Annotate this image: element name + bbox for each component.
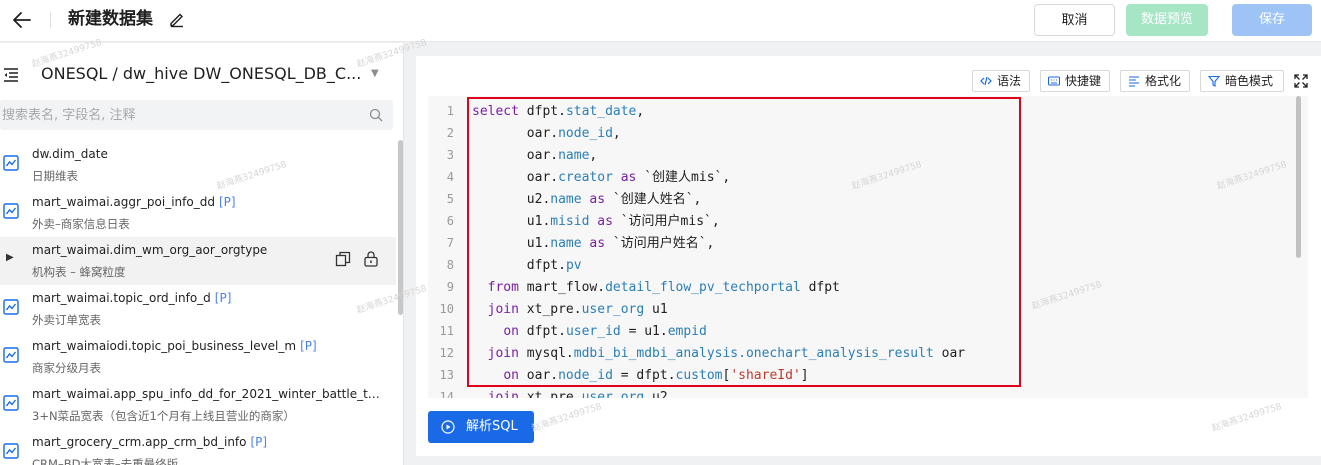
table-chart-icon <box>3 347 19 363</box>
table-search-box[interactable] <box>0 100 393 130</box>
table-chart-icon <box>3 155 19 171</box>
line-number: 4 <box>446 170 454 184</box>
top-bar: 新建数据集 取消 数据预览 保存 <box>0 0 1321 42</box>
table-chart-icon <box>3 443 19 459</box>
table-browser-panel: ONESQL / dw_hive DW_ONESQL_DB_C... ▼ dw.… <box>0 43 404 465</box>
data-preview-button[interactable]: 数据预览 <box>1126 4 1208 36</box>
parse-sql-button[interactable]: 解析SQL <box>428 411 534 443</box>
table-list-item-selected[interactable]: ▶ mart_waimai.dim_wm_org_aor_orgtype 机构表… <box>0 237 396 285</box>
partition-tag: [P] <box>250 435 268 449</box>
highlight-annotation-box <box>467 97 1021 387</box>
save-button[interactable]: 保存 <box>1232 4 1312 36</box>
header-divider <box>50 12 51 28</box>
table-name: mart_waimai.app_spu_info_dd_for_2021_win… <box>32 387 386 401</box>
table-chart-icon <box>3 203 19 219</box>
syntax-button[interactable]: 语法 <box>972 70 1030 92</box>
line-number: 1 <box>446 104 454 118</box>
table-name: mart_grocery_crm.app_crm_bd_info [P] <box>32 435 268 449</box>
table-name: mart_waimaiodi.topic_poi_business_level_… <box>32 339 317 353</box>
cancel-button[interactable]: 取消 <box>1034 4 1115 36</box>
partition-tag: [P] <box>214 291 232 305</box>
copy-icon[interactable] <box>335 251 351 267</box>
format-button[interactable]: 格式化 <box>1120 70 1190 92</box>
table-name: mart_waimai.topic_ord_info_d [P] <box>32 291 232 305</box>
back-arrow-icon[interactable] <box>10 8 34 32</box>
fullscreen-icon[interactable] <box>1294 74 1308 88</box>
partition-tag: [P] <box>218 195 236 209</box>
line-number: 3 <box>446 148 454 162</box>
table-list-item[interactable]: mart_waimai.app_spu_info_dd_for_2021_win… <box>0 381 396 429</box>
table-chart-icon <box>3 395 19 411</box>
table-description: 商家分级月表 <box>32 361 101 375</box>
funnel-icon <box>1208 75 1220 87</box>
database-selector[interactable]: ONESQL / dw_hive DW_ONESQL_DB_C... <box>41 64 361 83</box>
table-description: 外卖–商家信息日表 <box>32 217 130 231</box>
code-icon <box>980 76 992 86</box>
line-number: 7 <box>446 236 454 250</box>
editor-scrollbar[interactable] <box>1296 96 1301 258</box>
line-number: 8 <box>446 258 454 272</box>
line-number: 10 <box>439 302 454 316</box>
search-icon[interactable] <box>369 108 383 122</box>
keyboard-icon <box>1048 76 1060 86</box>
table-name: mart_waimai.dim_wm_org_aor_orgtype <box>32 243 268 257</box>
table-list-item[interactable]: mart_waimai.topic_ord_info_d [P] 外卖订单宽表 <box>0 285 396 333</box>
table-search-input[interactable] <box>2 100 352 130</box>
line-number: 2 <box>446 126 454 140</box>
table-description: 外卖订单宽表 <box>32 313 101 327</box>
table-description: CRM–BD大宽表–去重最终版 <box>32 457 179 465</box>
table-name: mart_waimai.aggr_poi_info_dd [P] <box>32 195 236 209</box>
table-list-item[interactable]: mart_waimai.aggr_poi_info_dd [P] 外卖–商家信息日… <box>0 189 396 237</box>
line-number: 6 <box>446 214 454 228</box>
table-name: dw.dim_date <box>32 147 108 161</box>
partition-tag: [P] <box>300 339 317 353</box>
line-number: 12 <box>439 346 454 360</box>
code-line: 14 join xt_pre.user_org u2 <box>428 386 1308 398</box>
caret-down-icon[interactable]: ▼ <box>371 68 379 79</box>
lock-icon[interactable] <box>363 250 379 267</box>
shortcut-button[interactable]: 快捷键 <box>1040 70 1110 92</box>
format-lines-icon <box>1129 76 1139 87</box>
line-number: 11 <box>439 324 454 338</box>
table-list-item[interactable]: mart_waimaiodi.topic_poi_business_level_… <box>0 333 396 381</box>
edit-pencil-icon[interactable] <box>168 10 186 28</box>
line-number: 13 <box>439 368 454 382</box>
table-description: 日期维表 <box>32 169 78 183</box>
collapse-sidebar-icon[interactable] <box>3 68 19 82</box>
table-description: 机构表 – 蜂窝粒度 <box>32 265 126 279</box>
line-number: 5 <box>446 192 454 206</box>
play-circle-icon <box>441 420 455 434</box>
expand-arrow-icon[interactable]: ▶ <box>6 252 14 263</box>
line-number: 14 <box>439 390 454 398</box>
table-chart-icon <box>3 299 19 315</box>
dark-mode-button[interactable]: 暗色模式 <box>1200 70 1284 92</box>
sidebar-scrollbar[interactable] <box>398 140 403 315</box>
sql-editor-panel: 语法 快捷键 格式化 暗色模式 1 select dfpt.stat_date, … <box>416 56 1321 456</box>
line-number: 9 <box>446 280 454 294</box>
table-list-item[interactable]: mart_grocery_crm.app_crm_bd_info [P] CRM–… <box>0 429 396 465</box>
page-title: 新建数据集 <box>68 9 153 29</box>
table-description: 3+N菜品宽表（包含近1个月有上线且营业的商家） <box>32 409 295 423</box>
table-list-item[interactable]: dw.dim_date 日期维表 <box>0 141 396 189</box>
